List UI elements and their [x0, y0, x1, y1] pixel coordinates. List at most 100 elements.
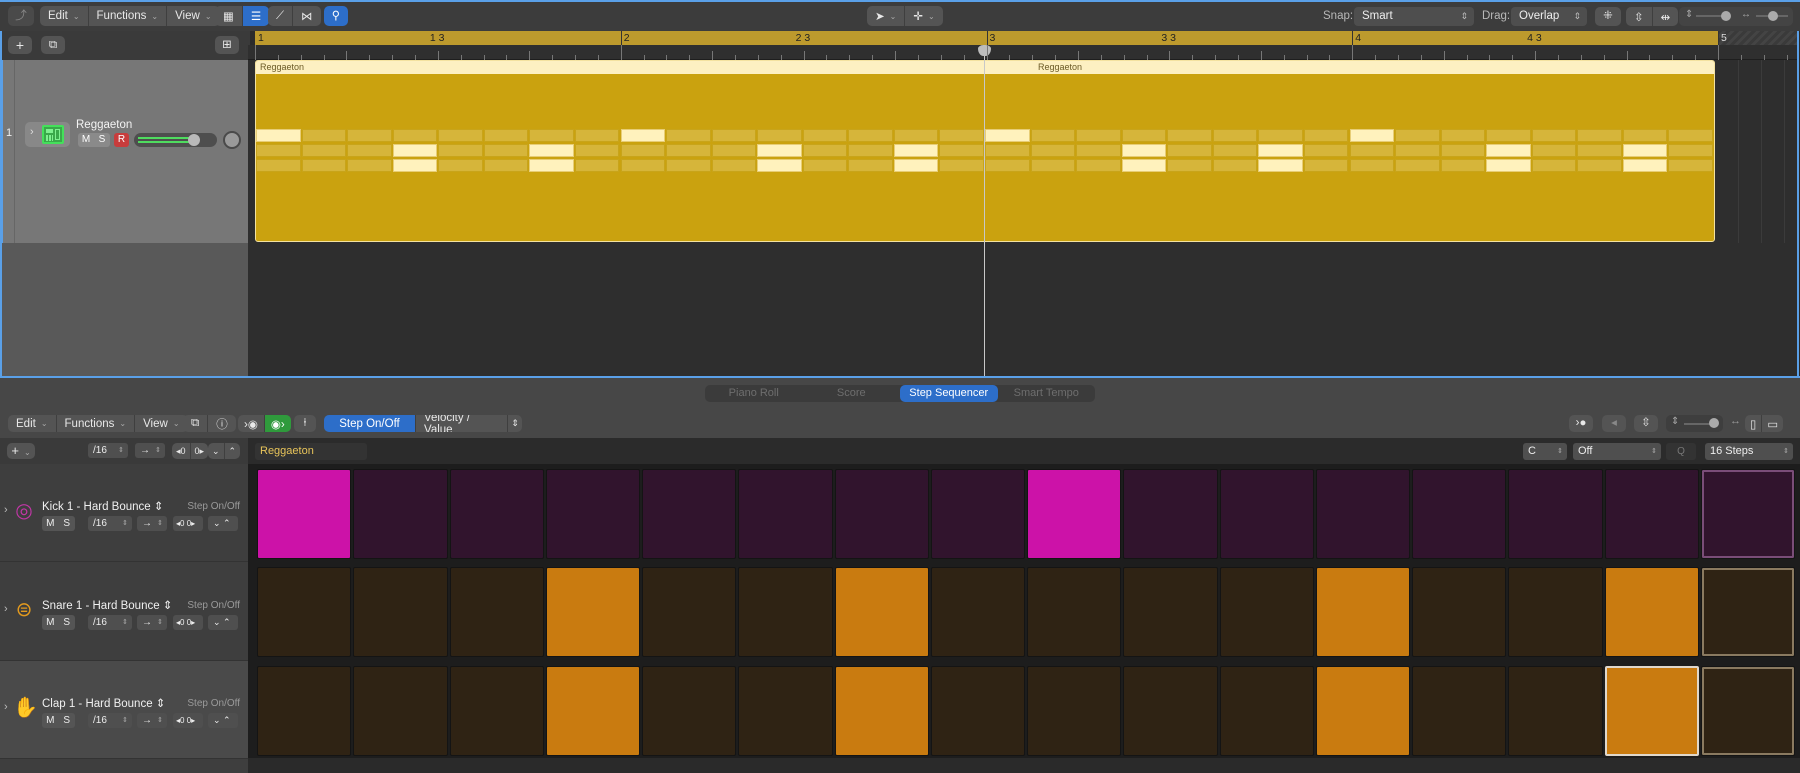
step-cell[interactable] [642, 469, 737, 559]
step-cell[interactable] [834, 567, 929, 657]
add-row-button[interactable]: + ⌄ [7, 443, 35, 459]
step-cell[interactable] [1315, 567, 1411, 657]
track-header[interactable]: 1 › Reggaeton M S R [2, 60, 248, 243]
step-cell[interactable] [1123, 567, 1218, 657]
track-icon-box[interactable]: › [25, 122, 70, 147]
quantize-button[interactable]: Q [1666, 443, 1696, 460]
track-name[interactable]: Reggaeton [76, 119, 132, 131]
row-direction-popup[interactable]: → ⇕ [137, 615, 167, 630]
row-collapse-buttons[interactable]: ⌄ ⌃ [208, 516, 238, 531]
step-cell[interactable] [834, 666, 929, 756]
step-cell[interactable] [449, 666, 544, 756]
row-mute-button[interactable]: M [42, 615, 59, 630]
row-name[interactable]: Kick 1 - Hard Bounce ⇕ [42, 499, 164, 513]
vertical-auto-zoom-button[interactable]: ⇳ [1626, 7, 1653, 26]
row-name[interactable]: Snare 1 - Hard Bounce ⇕ [42, 598, 172, 612]
flex-button[interactable]: ⋈ [293, 6, 321, 26]
step-cell[interactable] [1604, 469, 1699, 559]
tab-step-sequencer[interactable]: Step Sequencer [900, 385, 998, 402]
waveform-zoom-button[interactable]: ⁜ [1595, 7, 1621, 26]
editor-edit-menu[interactable]: Edit ⌄ [8, 415, 57, 432]
step-cell[interactable] [545, 567, 641, 657]
row-mute-button[interactable]: M [42, 713, 59, 728]
pan-knob[interactable] [223, 131, 241, 149]
step-cell[interactable] [1315, 666, 1411, 756]
step-row-header[interactable]: › ⊜ Snare 1 - Hard Bounce ⇕ Step On/Off M S/1… [0, 563, 248, 661]
automation-button[interactable]: ⟋ [268, 6, 294, 26]
step-cell[interactable] [1219, 666, 1314, 756]
view-menu[interactable]: View ⌄ [167, 6, 219, 26]
pattern-length-popup[interactable]: 16 Steps ⇕ [1705, 443, 1793, 460]
note-repeat-button[interactable]: ›● [1569, 415, 1593, 432]
step-cell[interactable] [545, 666, 641, 756]
step-cell[interactable] [1700, 469, 1796, 559]
step-cell[interactable] [1604, 666, 1699, 756]
step-cell[interactable] [1123, 469, 1218, 559]
mode-velocity-value[interactable]: Velocity / Value [416, 415, 508, 432]
region-title-bar[interactable]: Reggaeton Reggaeton [256, 61, 1714, 74]
row-rate-popup[interactable]: /16 ⇕ [88, 713, 132, 728]
disclosure-chevron-icon[interactable]: › [30, 126, 34, 138]
horizontal-auto-zoom-button[interactable]: ⇹ [1653, 7, 1679, 26]
step-cell[interactable] [930, 666, 1026, 756]
step-cell[interactable] [353, 567, 448, 657]
row-height-knob[interactable] [1709, 418, 1719, 428]
row-rate-popup[interactable]: /16 ⇕ [88, 615, 132, 630]
step-cell[interactable] [449, 567, 544, 657]
row-collapse-buttons[interactable]: ⌄ ⌃ [208, 713, 238, 728]
grid-view-button[interactable]: ▦ [215, 6, 243, 26]
tab-score[interactable]: Score [803, 385, 901, 402]
step-cell[interactable] [1412, 567, 1507, 657]
loop-follow-button[interactable]: ◉› [264, 415, 291, 432]
row-mute-button[interactable]: M [42, 516, 59, 531]
row-collapse-buttons[interactable]: ⌄ ⌃ [208, 615, 238, 630]
pattern-name[interactable]: Reggaeton [255, 443, 367, 460]
row-nudge-buttons[interactable]: ◂0 0▸ [173, 615, 203, 630]
step-cell[interactable] [738, 567, 833, 657]
row-direction-popup[interactable]: → ⇕ [137, 516, 167, 531]
catch-button[interactable]: ⚲ [324, 6, 348, 26]
editor-view-menu[interactable]: View ⌄ [135, 415, 187, 432]
step-cell[interactable] [642, 666, 737, 756]
vertical-zoom-knob[interactable] [1721, 11, 1731, 21]
step-row-header[interactable]: › ◎ Kick 1 - Hard Bounce ⇕ Step On/Off M S/16… [0, 464, 248, 562]
step-cell[interactable] [642, 567, 737, 657]
step-cell[interactable] [1604, 567, 1699, 657]
row-solo-button[interactable]: S [59, 615, 76, 630]
step-cell[interactable] [738, 469, 833, 559]
row-direction-popup[interactable]: → ⇕ [137, 713, 167, 728]
duplicate-track-button[interactable]: ⧉ [41, 36, 65, 54]
playhead[interactable] [984, 45, 985, 377]
nudge-left-button[interactable]: ◂0 [172, 443, 191, 459]
step-cell[interactable] [449, 469, 544, 559]
step-cell[interactable] [1508, 567, 1603, 657]
back-button[interactable]: ⤴ [8, 6, 34, 26]
step-cell[interactable] [1700, 567, 1796, 657]
link-button[interactable]: ⍿ [294, 415, 316, 432]
step-row-header[interactable]: › ✋ Clap 1 - Hard Bounce ⇕ Step On/Off M S/16… [0, 661, 248, 759]
solo-button[interactable]: S [94, 133, 110, 147]
tab-piano-roll[interactable]: Piano Roll [705, 385, 803, 402]
mode-step-on-off[interactable]: Step On/Off [324, 415, 416, 432]
row-name[interactable]: Clap 1 - Hard Bounce ⇕ [42, 696, 165, 710]
step-cell[interactable] [834, 469, 929, 559]
edit-menu[interactable]: Edit ⌄ [40, 6, 89, 26]
step-cell[interactable] [545, 469, 641, 559]
tab-smart-tempo[interactable]: Smart Tempo [998, 385, 1096, 402]
edit-mode-popup[interactable]: ⇕ [508, 415, 522, 432]
global-tracks-button[interactable]: ⊞ [215, 36, 239, 54]
snap-popup[interactable]: Smart ⇕ [1354, 7, 1474, 26]
step-cell[interactable] [1027, 666, 1122, 756]
step-cell[interactable] [1123, 666, 1218, 756]
nudge-right-button[interactable]: 0▸ [191, 443, 209, 459]
key-popup[interactable]: C ⇕ [1523, 443, 1567, 460]
midi-region[interactable]: Reggaeton Reggaeton [255, 60, 1715, 242]
volume-knob[interactable] [188, 134, 200, 146]
step-cell[interactable] [1315, 469, 1411, 559]
inspector-button[interactable]: ⓘ [208, 415, 236, 432]
step-cell[interactable] [738, 666, 833, 756]
row-solo-button[interactable]: S [59, 516, 76, 531]
pattern-rate-popup[interactable]: /16 ⇕ [88, 443, 128, 458]
collapse-down-button[interactable]: ⌄ [208, 443, 225, 459]
disclosure-chevron-icon[interactable]: › [4, 603, 8, 615]
